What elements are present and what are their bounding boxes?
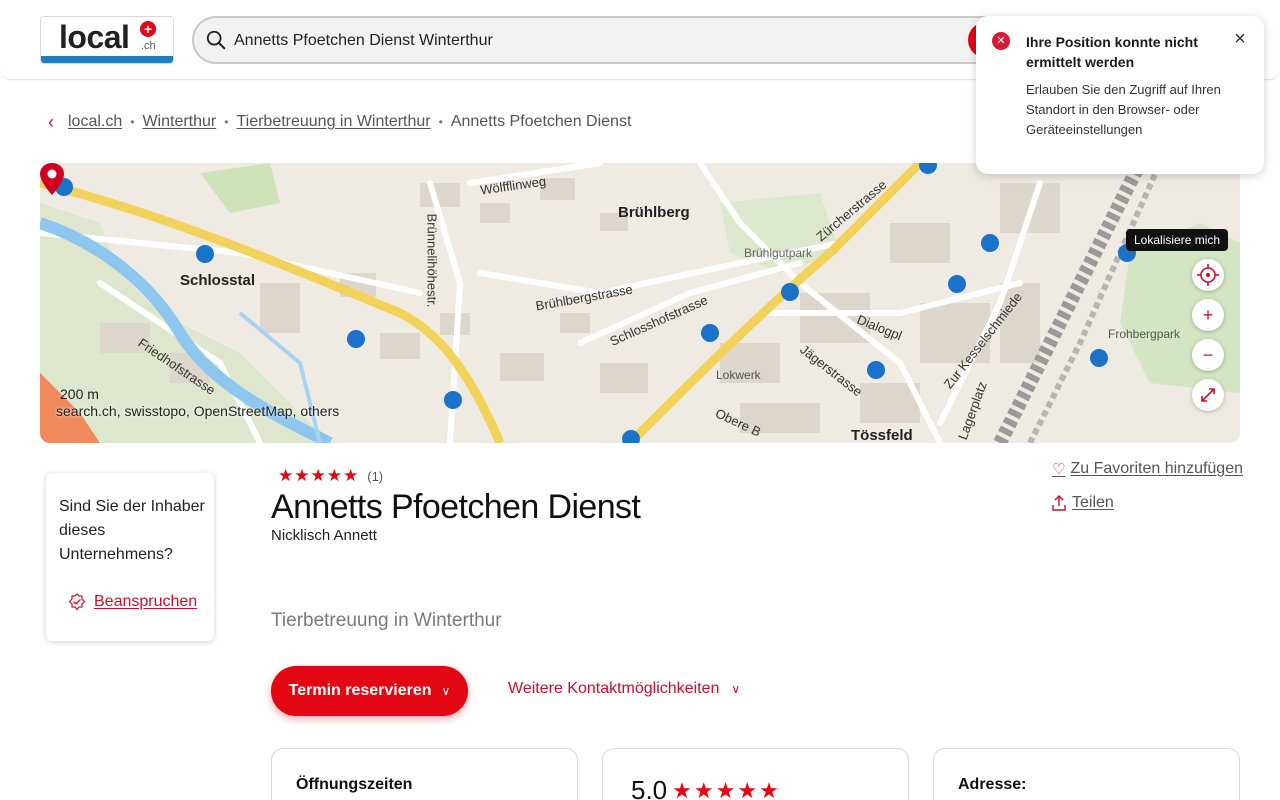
claim-link-label: Beanspruchen [94, 593, 198, 610]
star-icon: ★ [294, 466, 310, 485]
breadcrumb-separator: • [224, 115, 229, 129]
chevron-down-icon: ∨ [441, 684, 451, 698]
zoom-in-button[interactable]: + [1192, 299, 1224, 331]
map-label: Brünnelihöhestr. [424, 213, 440, 308]
breadcrumb-current: Annetts Pfoetchen Dienst [450, 113, 632, 130]
star-icon: ★ [672, 777, 692, 800]
claim-link[interactable]: Beanspruchen [68, 593, 197, 611]
search-bar [192, 16, 1012, 64]
logo-bar [41, 56, 173, 63]
toast-body: Erlauben Sie den Zugriff auf Ihren Stand… [1026, 82, 1221, 137]
map[interactable]: Schlosstal Brühlberg Tössfeld Wölfflinwe… [40, 163, 1240, 443]
map-label: Frohbergpark [1108, 327, 1181, 341]
favorite-label: Zu Favoriten hinzufügen [1070, 460, 1243, 477]
zoom-out-button[interactable]: − [1192, 339, 1224, 371]
map-label: Brühlgutpark [744, 246, 813, 260]
map-label: Lokwerk [716, 368, 761, 382]
rating[interactable]: ★ ★ ★ ★ ★ (1) [278, 466, 383, 486]
chevron-down-icon: ∨ [731, 682, 741, 696]
claim-card: Sind Sie der Inhaber dieses Unternehmens… [46, 473, 214, 641]
map-scale: 200 m [60, 386, 99, 402]
more-contact-label: Weitere Kontaktmöglichkeiten [508, 680, 720, 697]
more-contact-button[interactable]: Weitere Kontaktmöglichkeiten ∨ [508, 680, 740, 698]
business-category: Tierbetreuung in Winterthur [271, 610, 502, 631]
map-label: Schlosstal [180, 272, 256, 289]
star-icon: ★ [278, 466, 294, 485]
breadcrumb-link-category[interactable]: Tierbetreuung in Winterthur [236, 113, 430, 131]
rating-card: 5.0 ★ ★ ★ ★ ★ [602, 748, 909, 800]
address-title: Adresse: [958, 776, 1027, 793]
book-appointment-label: Termin reservieren [288, 682, 432, 699]
fullscreen-button[interactable] [1192, 379, 1224, 411]
business-name: Annetts Pfoetchen Dienst [271, 488, 641, 526]
favorite-link[interactable]: ♡ Zu Favoriten hinzufügen [1052, 460, 1243, 478]
close-icon[interactable]: × [1232, 29, 1248, 49]
rating-score: 5.0 ★ ★ ★ ★ ★ [631, 775, 780, 800]
star-icon: ★ [693, 777, 714, 800]
business-owner: Nicklisch Annett [271, 527, 377, 544]
breadcrumb-separator: • [130, 115, 135, 129]
chevron-left-icon[interactable]: ‹ [48, 112, 54, 133]
breadcrumb-link-home[interactable]: local.ch [68, 113, 122, 131]
heart-icon: ♡ [1052, 461, 1066, 478]
crosshair-icon [1197, 264, 1219, 286]
star-icon: ★ [343, 466, 359, 485]
share-icon [1052, 495, 1066, 511]
rating-score-value: 5.0 [631, 775, 668, 800]
error-icon: ✕ [992, 32, 1010, 50]
logo-plus-icon: + [140, 21, 156, 37]
map-attribution[interactable]: search.ch, swisstopo, OpenStreetMap, oth… [56, 403, 339, 419]
claim-question: Sind Sie der Inhaber dieses Unternehmens… [59, 498, 205, 563]
opening-hours-title: Öffnungszeiten [296, 776, 413, 793]
logo-text: local [59, 19, 130, 55]
breadcrumb-link-city[interactable]: Winterthur [142, 113, 216, 131]
map-label: Tössfeld [851, 427, 913, 443]
locate-button[interactable] [1192, 259, 1224, 291]
share-link[interactable]: Teilen [1052, 494, 1114, 512]
search-icon [206, 30, 226, 50]
logo[interactable]: local + .ch [40, 16, 174, 64]
location-pin-icon[interactable] [40, 163, 64, 195]
logo-suffix: .ch [141, 40, 156, 52]
locate-tooltip: Lokalisiere mich [1126, 229, 1229, 251]
breadcrumb-separator: • [438, 115, 443, 129]
search-input[interactable] [234, 30, 954, 52]
opening-hours-card: Öffnungszeiten [271, 748, 578, 800]
map-label: Brühlberg [618, 204, 690, 221]
address-card: Adresse: [933, 748, 1240, 800]
star-icon: ★ [759, 777, 779, 800]
share-label: Teilen [1072, 494, 1114, 511]
star-icon: ★ [310, 466, 326, 485]
book-appointment-button[interactable]: Termin reservieren ∨ [271, 666, 468, 716]
location-error-toast: ✕ Ihre Position konnte nicht ermittelt w… [976, 16, 1264, 174]
toast-title: Ihre Position konnte nicht ermittelt wer… [1026, 34, 1198, 70]
star-icon: ★ [715, 777, 736, 800]
star-icon: ★ [326, 466, 342, 485]
breadcrumb: ‹ local.ch • Winterthur • Tierbetreuung … [48, 110, 631, 134]
rating-count: (1) [367, 468, 384, 484]
verified-badge-icon [68, 593, 86, 611]
star-icon: ★ [737, 777, 758, 800]
expand-icon [1201, 388, 1215, 402]
